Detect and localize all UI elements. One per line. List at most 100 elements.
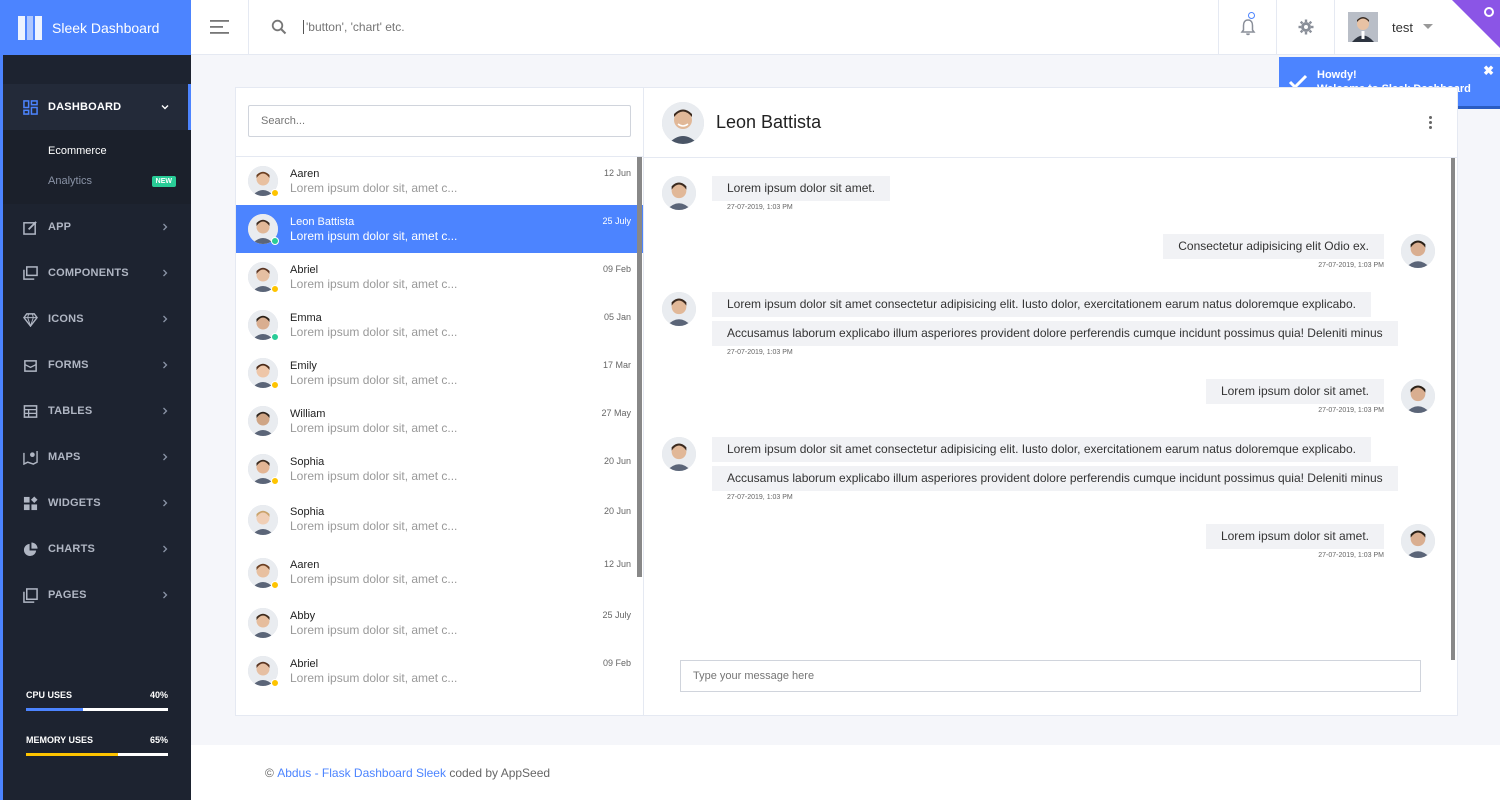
contacts-panel: Aaren 12 Jun Lorem ipsum dolor sit, amet c… bbox=[236, 88, 644, 715]
contact-item[interactable]: Emily 17 Mar Lorem ipsum dolor sit, amet c… bbox=[236, 349, 643, 397]
chevron-right-icon bbox=[161, 407, 169, 415]
contact-name: Aaren bbox=[290, 559, 320, 571]
status-indicator bbox=[271, 477, 279, 485]
toast-title: Howdy! bbox=[1317, 68, 1357, 81]
memory-usage-bar bbox=[26, 753, 168, 756]
status-indicator bbox=[271, 333, 279, 341]
github-corner-icon[interactable] bbox=[1452, 0, 1500, 48]
contact-name: Leon Battista bbox=[290, 215, 355, 228]
contact-item[interactable]: Abriel 09 Feb Lorem ipsum dolor sit, amet … bbox=[236, 253, 643, 301]
gear-icon bbox=[1298, 19, 1313, 35]
sidebar-item-app[interactable]: App bbox=[3, 204, 191, 250]
contact-preview: Lorem ipsum dolor sit, amet c... bbox=[290, 572, 458, 586]
contact-name: Abriel bbox=[290, 657, 319, 670]
sidebar-item-label: Components bbox=[48, 267, 129, 279]
avatar bbox=[248, 358, 279, 389]
sidebar-item-tables[interactable]: Tables bbox=[3, 388, 191, 434]
sidebar-item-label: App bbox=[48, 221, 72, 233]
sidebar-item-pages[interactable]: Pages bbox=[3, 572, 191, 618]
components-icon bbox=[22, 265, 38, 280]
sidebar-item-icons[interactable]: Icons bbox=[3, 296, 191, 342]
contact-date: 12 Jun bbox=[603, 559, 631, 569]
sidebar-item-label: Forms bbox=[48, 359, 89, 371]
menu-toggle-button[interactable] bbox=[191, 0, 249, 55]
sidebar-item-charts[interactable]: Charts bbox=[3, 526, 191, 572]
sidebar-subitem-ecommerce[interactable]: Ecommerce bbox=[3, 136, 191, 166]
sidebar-nav: Dashboard Ecommerce Analytics NEW App Com… bbox=[3, 84, 191, 618]
memory-usage: MEMORY USES 65% bbox=[26, 735, 168, 756]
message-bubble: Lorem ipsum dolor sit amet consectetur a… bbox=[712, 292, 1371, 317]
dashboard-submenu: Ecommerce Analytics NEW bbox=[3, 130, 191, 204]
contact-item[interactable]: Aaren 12 Jun Lorem ipsum dolor sit, amet c… bbox=[236, 157, 643, 205]
message-bubble: Lorem ipsum dolor sit amet consectetur a… bbox=[712, 437, 1371, 462]
map-icon bbox=[22, 450, 38, 465]
contact-item[interactable]: Sophia 20 Jun Lorem ipsum dolor sit, amet … bbox=[236, 493, 643, 546]
contact-date: 12 Jun bbox=[603, 167, 631, 178]
avatar bbox=[662, 437, 696, 471]
contacts-search-input[interactable] bbox=[248, 105, 631, 137]
sidebar: Sleek Dashboard Dashboard Ecommerce Anal… bbox=[0, 0, 194, 800]
chevron-right-icon bbox=[161, 453, 169, 461]
message-bubble: Lorem ipsum dolor sit amet. bbox=[1205, 524, 1384, 549]
subitem-label: Ecommerce bbox=[48, 145, 107, 157]
message-time: 27-07-2019, 1:03 PM bbox=[727, 204, 793, 211]
contacts-scrollbar[interactable] bbox=[637, 157, 642, 577]
cpu-usage-value: 40% bbox=[149, 690, 168, 700]
contact-name: Aaren bbox=[290, 167, 320, 180]
status-indicator bbox=[271, 381, 279, 389]
contact-preview: Lorem ipsum dolor sit, amet c... bbox=[290, 468, 458, 483]
footer-credit: coded by AppSeed bbox=[449, 765, 551, 780]
contact-item[interactable]: Aaren 12 Jun Lorem ipsum dolor sit, amet c… bbox=[236, 546, 643, 599]
contact-item[interactable]: William 27 May Lorem ipsum dolor sit, amet… bbox=[236, 397, 643, 445]
contact-item[interactable]: Leon Battista 25 July Lorem ipsum dolor si… bbox=[236, 205, 643, 253]
sidebar-subitem-analytics[interactable]: Analytics NEW bbox=[3, 166, 191, 196]
message-time: 27-07-2019, 1:03 PM bbox=[727, 494, 793, 501]
contact-item[interactable]: Abby 25 July Lorem ipsum dolor sit, amet c… bbox=[236, 599, 643, 647]
cpu-usage: CPU USES 40% bbox=[26, 690, 168, 711]
avatar bbox=[248, 214, 279, 245]
contact-item[interactable]: Sophia 20 Jun Lorem ipsum dolor sit, amet … bbox=[236, 445, 643, 493]
more-vertical-icon[interactable] bbox=[1429, 116, 1433, 129]
chat-scrollbar[interactable] bbox=[1451, 158, 1455, 660]
contact-date: 09 Feb bbox=[602, 657, 631, 668]
avatar bbox=[1401, 379, 1435, 413]
pie-chart-icon bbox=[22, 541, 38, 556]
cpu-usage-label: CPU USES bbox=[26, 690, 73, 700]
message-input[interactable] bbox=[680, 660, 1421, 692]
footer-separator: - bbox=[314, 765, 319, 780]
sidebar-item-maps[interactable]: Maps bbox=[3, 434, 191, 480]
close-icon[interactable]: ✖ bbox=[1483, 63, 1494, 79]
sidebar-item-widgets[interactable]: Widgets bbox=[3, 480, 191, 526]
message-bubble: Lorem ipsum dolor sit amet. bbox=[1205, 379, 1384, 404]
contact-date: 09 Feb bbox=[602, 263, 631, 274]
avatar bbox=[248, 262, 279, 293]
contact-date: 25 July bbox=[602, 215, 631, 226]
notifications-button[interactable] bbox=[1218, 0, 1276, 55]
chat-panel: Leon Battista Lorem ipsum dolor sit amet… bbox=[644, 88, 1457, 715]
contact-item[interactable]: Emma 05 Jan Lorem ipsum dolor sit, amet c.… bbox=[236, 301, 643, 349]
brand[interactable]: Sleek Dashboard bbox=[0, 0, 194, 55]
settings-button[interactable] bbox=[1276, 0, 1334, 55]
status-indicator bbox=[271, 189, 279, 197]
sidebar-item-components[interactable]: Components bbox=[3, 250, 191, 296]
avatar bbox=[248, 608, 278, 638]
sidebar-item-forms[interactable]: Forms bbox=[3, 342, 191, 388]
cpu-usage-bar bbox=[26, 708, 168, 711]
avatar bbox=[1401, 524, 1435, 558]
author-link[interactable]: Abdus bbox=[277, 766, 311, 780]
status-indicator bbox=[271, 237, 279, 245]
contact-list: Aaren 12 Jun Lorem ipsum dolor sit, amet c… bbox=[236, 157, 643, 715]
sidebar-item-dashboard[interactable]: Dashboard bbox=[3, 84, 191, 130]
contact-name: William bbox=[290, 407, 326, 420]
contact-preview: Lorem ipsum dolor sit, amet c... bbox=[290, 420, 458, 435]
avatar bbox=[1401, 234, 1435, 268]
app-icon bbox=[22, 220, 38, 235]
contact-date: 20 Jun bbox=[603, 506, 631, 516]
contact-preview: Lorem ipsum dolor sit, amet c... bbox=[290, 622, 458, 637]
product-link[interactable]: Flask Dashboard Sleek bbox=[322, 766, 446, 780]
contact-item[interactable]: Abriel 09 Feb Lorem ipsum dolor sit, amet … bbox=[236, 647, 643, 695]
message-bubble: Accusamus laborum explicabo illum asperi… bbox=[712, 321, 1398, 346]
chevron-down-icon bbox=[161, 103, 169, 111]
memory-usage-bar-fill bbox=[26, 753, 119, 756]
search-input[interactable] bbox=[303, 20, 703, 34]
